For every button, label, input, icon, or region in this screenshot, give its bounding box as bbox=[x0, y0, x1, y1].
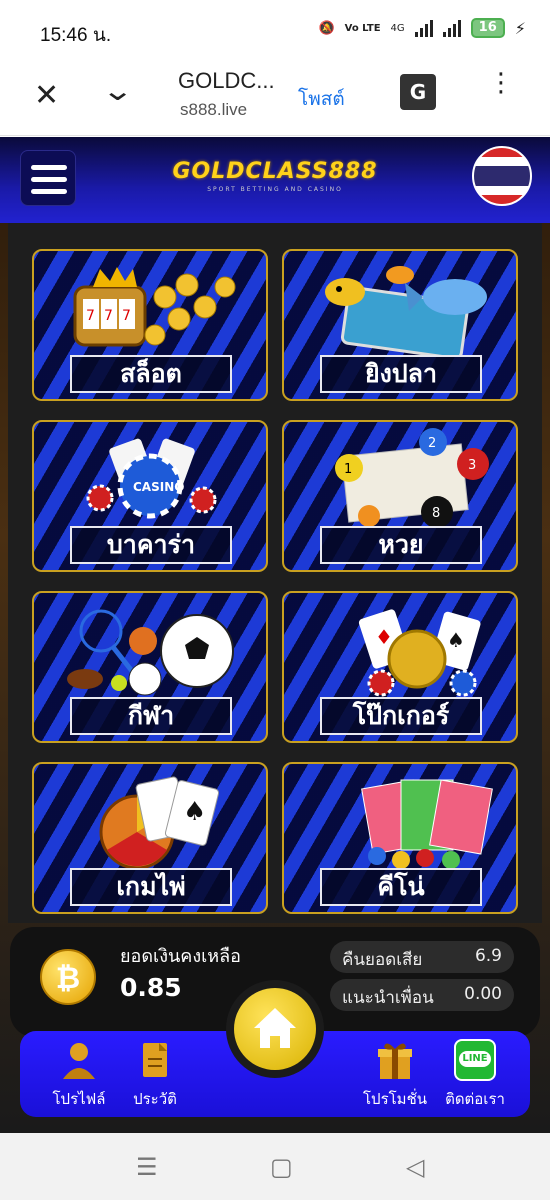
home-icon[interactable]: ▢ bbox=[270, 1153, 293, 1181]
svg-text:7: 7 bbox=[86, 308, 95, 324]
back-icon[interactable]: ◁ bbox=[406, 1153, 424, 1181]
game-label: โป๊กเกอร์ bbox=[320, 697, 482, 735]
mute-icon: 🔕 bbox=[318, 20, 335, 36]
cashback-value: 6.9 bbox=[474, 946, 502, 966]
line-badge: LINE bbox=[459, 1051, 491, 1067]
network-speed: 4G bbox=[390, 22, 405, 34]
logo-tagline: SPORT BETTING AND CASINO bbox=[207, 186, 343, 193]
game-tile-keno[interactable]: คีโน่ bbox=[282, 762, 518, 914]
logo-text: GOLDCLASS888 bbox=[172, 159, 378, 184]
battery-indicator: 16 bbox=[470, 18, 505, 38]
svg-text:CASINO: CASINO bbox=[133, 480, 184, 494]
referral-value: 0.00 bbox=[464, 984, 502, 1004]
referral-label: แนะนำเพื่อน bbox=[342, 988, 434, 1008]
nav-contact-label: ติดต่อเรา bbox=[445, 1090, 505, 1108]
bingo-icon bbox=[284, 764, 516, 876]
clock: 15:46 น. bbox=[40, 25, 112, 46]
game-grid: 777 สล็อต ยิงปลา CASINO บาคาร่า 2 1 3 8 … bbox=[8, 223, 542, 923]
svg-text:♦: ♦ bbox=[375, 625, 393, 649]
close-icon[interactable]: ✕ bbox=[34, 78, 59, 113]
game-label: ยิงปลา bbox=[320, 355, 482, 393]
thai-flag-icon[interactable] bbox=[472, 146, 532, 206]
page-title: GOLDC... bbox=[178, 68, 275, 93]
nav-promotion-label: โปรโมชั่น bbox=[362, 1090, 427, 1108]
svg-text:1: 1 bbox=[344, 462, 352, 477]
cashback-pill[interactable]: คืนยอดเสีย 6.9 bbox=[330, 941, 514, 973]
nav-promotion[interactable]: โปรโมชั่น bbox=[354, 1039, 436, 1111]
status-bar: 15:46 น. 🔕 Vo LTE 4G 16 ⚡ bbox=[0, 0, 550, 62]
nav-profile[interactable]: โปรไฟล์ bbox=[38, 1039, 120, 1111]
nav-history-label: ประวัติ bbox=[133, 1090, 177, 1108]
lottery-balls-icon: 2 1 3 8 bbox=[284, 422, 516, 534]
status-icons: 🔕 Vo LTE 4G 16 ⚡ bbox=[318, 18, 526, 38]
game-label: เกมไพ่ bbox=[70, 868, 232, 906]
bitcoin-coin-icon: ₿ bbox=[40, 949, 96, 1005]
svg-text:3: 3 bbox=[468, 458, 476, 473]
home-button-face bbox=[234, 988, 316, 1070]
charging-icon: ⚡ bbox=[514, 18, 526, 38]
game-tile-slot[interactable]: 777 สล็อต bbox=[32, 249, 268, 401]
game-tile-fishing[interactable]: ยิงปลา bbox=[282, 249, 518, 401]
svg-text:7: 7 bbox=[104, 308, 113, 324]
game-tile-sports[interactable]: กีฬา bbox=[32, 591, 268, 743]
site-header: GOLDCLASS888 SPORT BETTING AND CASINO bbox=[0, 137, 550, 223]
post-button[interactable]: โพสต์ bbox=[298, 84, 345, 114]
site-content: GOLDCLASS888 SPORT BETTING AND CASINO 77… bbox=[0, 137, 550, 1133]
game-label: คีโน่ bbox=[320, 868, 482, 906]
translate-icon[interactable]: G bbox=[400, 74, 436, 110]
nav-contact[interactable]: LINE ติดต่อเรา bbox=[434, 1039, 516, 1111]
signal-icon bbox=[414, 19, 433, 37]
chevron-down-icon[interactable]: ⌄ bbox=[101, 74, 134, 107]
game-tile-card-game[interactable]: ♠ เกมไพ่ bbox=[32, 762, 268, 914]
home-button[interactable] bbox=[226, 980, 324, 1078]
volte-label: Vo LTE bbox=[344, 22, 381, 34]
svg-text:♠: ♠ bbox=[447, 628, 465, 652]
line-icon: LINE bbox=[454, 1039, 496, 1081]
signal-icon-2 bbox=[442, 19, 461, 37]
browser-toolbar: ✕ ⌄ GOLDC... s888.live โพสต์ G ⋮ bbox=[0, 62, 550, 136]
site-logo[interactable]: GOLDCLASS888 SPORT BETTING AND CASINO bbox=[160, 159, 390, 193]
casino-chips-icon: CASINO bbox=[34, 422, 266, 534]
more-options-icon[interactable]: ⋮ bbox=[488, 70, 514, 96]
page-url[interactable]: s888.live bbox=[180, 100, 247, 120]
game-label: หวย bbox=[320, 526, 482, 564]
svg-text:♠: ♠ bbox=[183, 797, 206, 827]
cashback-label: คืนยอดเสีย bbox=[342, 950, 423, 970]
game-tile-baccarat[interactable]: CASINO บาคาร่า bbox=[32, 420, 268, 572]
game-tile-poker[interactable]: ♦ ♠ โป๊กเกอร์ bbox=[282, 591, 518, 743]
profile-icon bbox=[63, 1043, 95, 1079]
nav-history[interactable]: ประวัติ bbox=[114, 1039, 196, 1111]
slot-machine-icon: 777 bbox=[34, 251, 266, 363]
document-icon bbox=[143, 1043, 167, 1077]
svg-text:8: 8 bbox=[432, 506, 440, 521]
balance-value: 0.85 bbox=[120, 973, 182, 1002]
game-label: สล็อต bbox=[70, 355, 232, 393]
recents-icon[interactable]: ☰ bbox=[136, 1153, 158, 1181]
card-game-icon: ♠ bbox=[34, 764, 266, 876]
gift-icon bbox=[378, 1043, 412, 1079]
game-label: กีฬา bbox=[70, 697, 232, 735]
balance-label: ยอดเงินคงเหลือ bbox=[120, 946, 241, 967]
referral-pill[interactable]: แนะนำเพื่อน 0.00 bbox=[330, 979, 514, 1011]
poker-cards-icon: ♦ ♠ bbox=[284, 593, 516, 705]
menu-icon[interactable] bbox=[20, 150, 76, 206]
sports-balls-icon bbox=[34, 593, 266, 705]
home-icon bbox=[254, 1008, 296, 1048]
svg-text:2: 2 bbox=[428, 436, 436, 451]
bottom-dock: ₿ ยอดเงินคงเหลือ 0.85 คืนยอดเสีย 6.9 แนะ… bbox=[0, 927, 550, 1133]
fish-shooting-icon bbox=[284, 251, 516, 363]
game-label: บาคาร่า bbox=[70, 526, 232, 564]
game-tile-lottery[interactable]: 2 1 3 8 หวย bbox=[282, 420, 518, 572]
system-nav-bar: ☰ ▢ ◁ bbox=[0, 1133, 550, 1200]
nav-profile-label: โปรไฟล์ bbox=[52, 1090, 106, 1108]
svg-text:7: 7 bbox=[122, 308, 131, 324]
